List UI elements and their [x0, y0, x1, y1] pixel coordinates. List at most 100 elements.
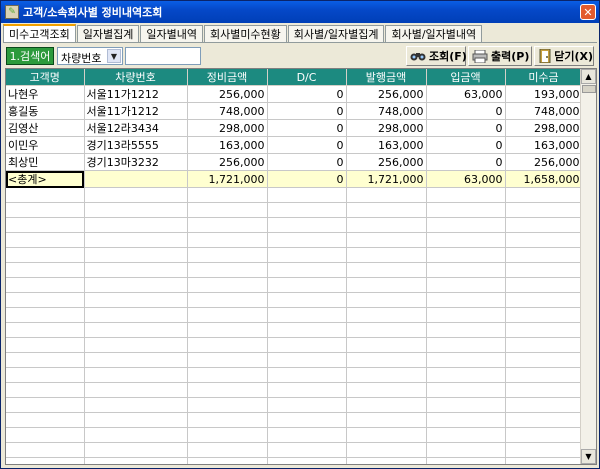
- table-cell[interactable]: [6, 367, 85, 383]
- table-cell[interactable]: [84, 412, 188, 428]
- empty-row[interactable]: [6, 247, 583, 263]
- empty-row[interactable]: [6, 187, 583, 203]
- table-cell[interactable]: 193,000: [505, 85, 583, 103]
- empty-row[interactable]: [6, 442, 583, 458]
- col-header-customer[interactable]: 고객명: [6, 69, 85, 86]
- empty-row[interactable]: [6, 322, 583, 338]
- empty-row[interactable]: [6, 292, 583, 308]
- table-cell[interactable]: [187, 397, 268, 413]
- table-cell[interactable]: 서울11가1212: [84, 102, 188, 120]
- table-cell[interactable]: 298,000: [505, 119, 583, 137]
- table-cell[interactable]: 163,000: [187, 136, 268, 154]
- table-cell[interactable]: [187, 337, 268, 353]
- table-cell[interactable]: [84, 307, 188, 323]
- table-cell[interactable]: 나현우: [6, 85, 85, 103]
- table-cell[interactable]: [187, 352, 268, 368]
- table-cell[interactable]: 298,000: [346, 119, 427, 137]
- table-cell[interactable]: [84, 382, 188, 398]
- empty-row[interactable]: [6, 367, 583, 383]
- empty-row[interactable]: [6, 397, 583, 413]
- table-cell[interactable]: [187, 367, 268, 383]
- table-cell[interactable]: [267, 322, 347, 338]
- empty-row[interactable]: [6, 412, 583, 428]
- table-cell[interactable]: [84, 170, 188, 188]
- table-cell[interactable]: [84, 442, 188, 458]
- table-cell[interactable]: [426, 277, 506, 293]
- table-cell[interactable]: [187, 232, 268, 248]
- table-cell[interactable]: 256,000: [505, 153, 583, 171]
- table-row[interactable]: 최상민 경기13마3232 256,000 0 256,000 0 256,000: [6, 153, 583, 171]
- table-cell[interactable]: [267, 367, 347, 383]
- table-cell[interactable]: [505, 202, 583, 218]
- table-cell[interactable]: [426, 292, 506, 308]
- table-cell[interactable]: [346, 277, 427, 293]
- table-cell[interactable]: 0: [267, 85, 347, 103]
- table-cell[interactable]: [187, 217, 268, 233]
- table-cell[interactable]: [6, 217, 85, 233]
- table-cell[interactable]: [426, 352, 506, 368]
- table-cell[interactable]: [6, 397, 85, 413]
- table-cell[interactable]: 0: [267, 102, 347, 120]
- table-cell[interactable]: 0: [267, 170, 347, 188]
- table-cell[interactable]: [267, 232, 347, 248]
- table-cell[interactable]: [84, 232, 188, 248]
- table-cell[interactable]: [346, 292, 427, 308]
- empty-row[interactable]: [6, 382, 583, 398]
- table-cell[interactable]: [426, 202, 506, 218]
- print-button[interactable]: 출력(P): [468, 46, 532, 66]
- table-cell[interactable]: 1,658,000: [505, 170, 583, 188]
- table-cell[interactable]: [187, 277, 268, 293]
- table-cell[interactable]: [6, 457, 85, 464]
- table-cell[interactable]: [267, 412, 347, 428]
- close-window-button[interactable]: ✕: [580, 4, 596, 20]
- vertical-scrollbar[interactable]: ▲ ▼: [580, 69, 596, 464]
- table-cell[interactable]: [505, 277, 583, 293]
- table-cell[interactable]: 0: [426, 102, 506, 120]
- table-cell[interactable]: [505, 412, 583, 428]
- tab-company-daily-summary[interactable]: 회사별/일자별집계: [287, 25, 385, 42]
- empty-row[interactable]: [6, 262, 583, 278]
- table-cell[interactable]: [505, 442, 583, 458]
- table-cell[interactable]: [426, 217, 506, 233]
- table-cell[interactable]: [346, 187, 427, 203]
- table-cell[interactable]: [426, 247, 506, 263]
- table-cell[interactable]: [267, 277, 347, 293]
- table-cell[interactable]: [84, 247, 188, 263]
- search-field-select[interactable]: 차량번호 ▼: [57, 47, 123, 65]
- table-cell[interactable]: 0: [267, 153, 347, 171]
- table-cell[interactable]: [6, 247, 85, 263]
- table-cell[interactable]: [346, 322, 427, 338]
- table-cell[interactable]: [267, 247, 347, 263]
- table-cell[interactable]: [6, 307, 85, 323]
- scroll-thumb[interactable]: [582, 85, 596, 93]
- table-cell[interactable]: [505, 232, 583, 248]
- table-cell[interactable]: [426, 427, 506, 443]
- table-cell[interactable]: [426, 457, 506, 464]
- table-cell[interactable]: [6, 337, 85, 353]
- table-row[interactable]: 홍길동 서울11가1212 748,000 0 748,000 0 748,000: [6, 102, 583, 120]
- table-cell[interactable]: [505, 367, 583, 383]
- table-cell[interactable]: [84, 322, 188, 338]
- tab-unpaid-customers[interactable]: 미수고객조회: [3, 24, 76, 43]
- table-cell[interactable]: [505, 322, 583, 338]
- table-cell[interactable]: [426, 397, 506, 413]
- table-cell[interactable]: 63,000: [426, 85, 506, 103]
- table-cell[interactable]: [505, 217, 583, 233]
- table-cell[interactable]: [187, 307, 268, 323]
- table-cell[interactable]: [6, 262, 85, 278]
- table-cell[interactable]: [6, 442, 85, 458]
- table-cell[interactable]: 0: [426, 136, 506, 154]
- table-cell[interactable]: 63,000: [426, 170, 506, 188]
- table-cell[interactable]: 748,000: [346, 102, 427, 120]
- empty-row[interactable]: [6, 337, 583, 353]
- table-cell[interactable]: [267, 382, 347, 398]
- table-cell[interactable]: [6, 427, 85, 443]
- table-cell[interactable]: [426, 382, 506, 398]
- table-cell[interactable]: [267, 352, 347, 368]
- empty-row[interactable]: [6, 202, 583, 218]
- empty-row[interactable]: [6, 217, 583, 233]
- table-cell[interactable]: 김영산: [6, 119, 85, 137]
- table-cell[interactable]: 298,000: [187, 119, 268, 137]
- table-cell[interactable]: [505, 352, 583, 368]
- table-cell[interactable]: [84, 217, 188, 233]
